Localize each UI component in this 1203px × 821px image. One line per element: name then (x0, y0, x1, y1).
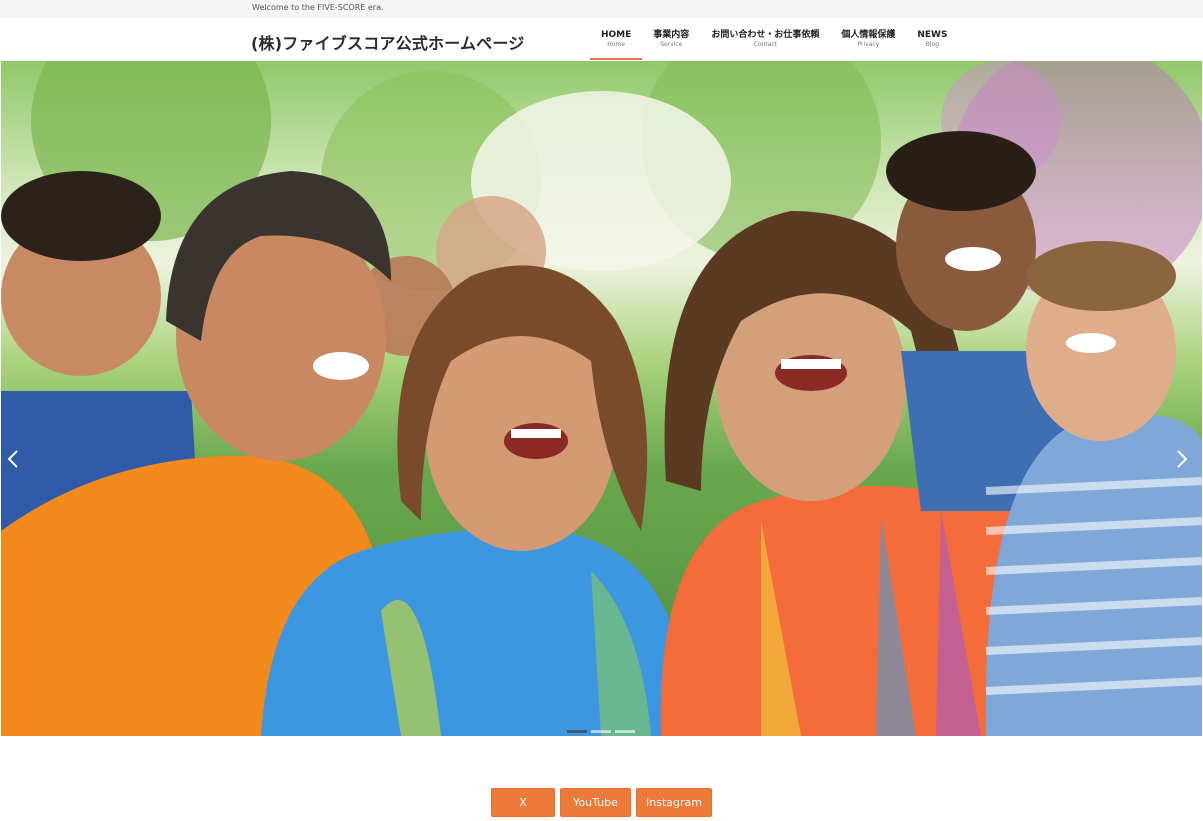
chevron-right-icon (1177, 450, 1188, 468)
slide-indicator-1[interactable] (567, 730, 587, 733)
nav-sublabel: Service (660, 41, 683, 48)
slider-next-button[interactable] (1176, 449, 1196, 475)
nav-item-contact[interactable]: お問い合わせ・お仕事依頼 Contact (700, 18, 830, 60)
slider-indicators (567, 730, 635, 733)
slide-indicator-2[interactable] (591, 730, 611, 733)
site-title[interactable]: (株)ファイブスコア公式ホームページ (251, 30, 524, 54)
hero-image (1, 61, 1202, 736)
nav-label: NEWS (917, 30, 948, 40)
hero-slider (1, 61, 1202, 736)
main-nav: HOME Home 事業内容 Service お問い合わせ・お仕事依頼 Cont… (590, 18, 958, 60)
chevron-left-icon (7, 450, 18, 468)
nav-label: 事業内容 (653, 30, 690, 40)
nav-sublabel: Blog (925, 41, 940, 48)
nav-item-home[interactable]: HOME Home (590, 18, 643, 60)
nav-label: HOME (601, 30, 632, 40)
tagline: Welcome to the FIVE-SCORE era. (252, 3, 384, 12)
nav-sublabel: Contact (753, 41, 777, 48)
instagram-button[interactable]: Instagram (636, 788, 712, 817)
site-header: (株)ファイブスコア公式ホームページ HOME Home 事業内容 Servic… (0, 18, 1203, 60)
youtube-button[interactable]: YouTube (560, 788, 631, 817)
slide-indicator-3[interactable] (615, 730, 635, 733)
nav-label: 個人情報保護 (841, 30, 896, 40)
social-links: X YouTube Instagram (491, 788, 712, 817)
nav-label: お問い合わせ・お仕事依頼 (711, 30, 820, 40)
nav-item-privacy[interactable]: 個人情報保護 Privacy (830, 18, 906, 60)
x-button[interactable]: X (491, 788, 555, 817)
nav-sublabel: Home (607, 41, 625, 48)
nav-sublabel: Privacy (857, 41, 880, 48)
nav-item-news[interactable]: NEWS Blog (906, 18, 958, 60)
slider-prev-button[interactable] (7, 449, 27, 475)
nav-item-service[interactable]: 事業内容 Service (642, 18, 700, 60)
top-bar: Welcome to the FIVE-SCORE era. (0, 0, 1203, 18)
